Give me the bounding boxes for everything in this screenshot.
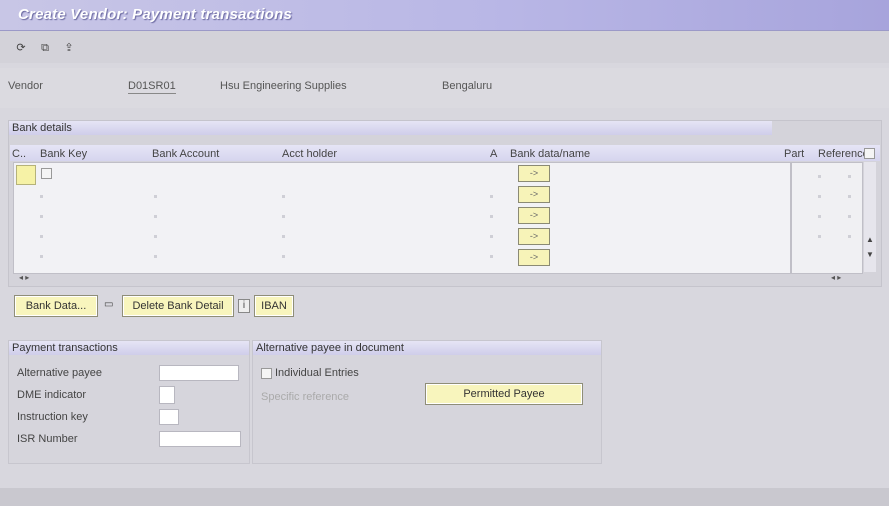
individual-spec-label: Individual Entries [275,367,359,379]
col-a: A [490,148,498,160]
payment-transactions-group: Payment transactions Alternative payee D… [8,340,250,464]
col-reference: Reference [818,148,869,160]
dme-indicator-input[interactable] [159,386,175,404]
cell-dot [490,215,493,218]
cell-dot [848,175,851,178]
info-icon[interactable]: i [238,299,250,313]
spec-ref-label: Specific reference [261,391,350,403]
dme-indicator-label: DME indicator [17,389,87,401]
status-bar [0,488,889,506]
col-part: Part [784,148,805,160]
individual-spec-checkbox[interactable] [261,368,272,379]
vendor-name: Hsu Engineering Supplies [220,80,347,92]
vendor-city: Bengaluru [442,80,493,92]
cell-dot [282,195,285,198]
cell-dot [40,215,43,218]
permitted-payee-button[interactable]: Permitted Payee [425,383,583,405]
isr-number-label: ISR Number [17,433,78,445]
table-vertical-scrollbar[interactable]: ▲ ▼ [864,162,876,272]
instruction-key-label: Instruction key [17,411,88,423]
col-bank-data: Bank data/name [510,148,591,160]
alt-payee-document-group: Alternative payee in document Individual… [252,340,602,464]
cell-dot [818,175,821,178]
scroll-left-icon[interactable]: ◂ ▸ [19,273,29,282]
cell-dot [40,255,43,258]
delete-icon[interactable]: ▭ [104,299,113,310]
bank-data-button[interactable]: -> [518,207,550,224]
cell-dot [490,255,493,258]
bank-data-button[interactable]: -> [518,249,550,266]
cell-dot [40,235,43,238]
cell-dot [818,235,821,238]
col-bank-account: Bank Account [152,148,220,160]
copy-icon[interactable]: ⧉ [38,41,52,55]
bank-data-button-main[interactable]: Bank Data... [14,295,98,317]
refresh-icon[interactable]: ⟳ [14,41,28,55]
export-icon[interactable]: ⇪ [62,41,76,55]
alternative-payee-label: Alternative payee [17,367,102,379]
cell-dot [154,255,157,258]
cell-dot [818,215,821,218]
bank-details-table-body: -> -> -> -> -> [13,162,791,274]
application-toolbar: ⟳ ⧉ ⇪ [0,31,889,63]
col-acct-holder: Acct holder [282,148,338,160]
column-settings-icon[interactable] [864,148,875,159]
iban-button[interactable]: IBAN [254,295,294,317]
cell-dot [40,195,43,198]
cell-dot [848,235,851,238]
alt-payee-document-title: Alternative payee in document [253,341,601,355]
title-bar: Create Vendor: Payment transactions [0,0,889,31]
bank-data-button[interactable]: -> [518,186,550,203]
cell-dot [154,235,157,238]
delete-bank-detail-button[interactable]: Delete Bank Detail [122,295,234,317]
alternative-payee-input[interactable] [159,365,239,381]
cell-dot [490,195,493,198]
bank-data-button[interactable]: -> [518,165,550,182]
cell-dot [818,195,821,198]
bank-data-button[interactable]: -> [518,228,550,245]
bank-details-table-header: C.. Bank Key Bank Account Acct holder A … [10,145,880,161]
bank-details-title: Bank details [9,121,772,135]
vendor-header: Vendor D01SR01 Hsu Engineering Supplies … [0,68,889,108]
cell-dot [154,215,157,218]
scroll-right-icon[interactable]: ◂ ▸ [831,273,841,282]
col-country: C.. [12,148,27,160]
bank-details-table-right [791,162,863,274]
instruction-key-input[interactable] [159,409,179,425]
cell-dot [282,255,285,258]
vendor-id: D01SR01 [128,80,176,94]
col-bank-key: Bank Key [40,148,88,160]
cell-dot [282,215,285,218]
row-checkbox[interactable] [41,168,52,179]
scroll-up-icon[interactable]: ▲ [866,235,874,244]
vendor-label: Vendor [8,80,43,92]
cell-dot [848,195,851,198]
scroll-down-icon[interactable]: ▼ [866,250,874,259]
table-row-selected-cell[interactable] [16,165,36,185]
cell-dot [848,215,851,218]
isr-number-input[interactable] [159,431,241,447]
cell-dot [154,195,157,198]
cell-dot [282,235,285,238]
page-title: Create Vendor: Payment transactions [18,6,293,23]
bank-details-group: Bank details C.. Bank Key Bank Account A… [8,120,882,287]
payment-transactions-title: Payment transactions [9,341,249,355]
cell-dot [490,235,493,238]
